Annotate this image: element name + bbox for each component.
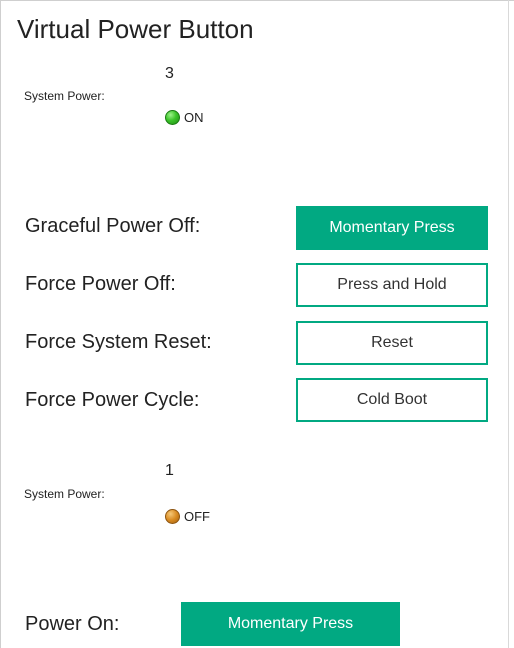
power-on-button[interactable]: Momentary Press bbox=[181, 602, 400, 646]
power-off-led-icon bbox=[165, 509, 180, 524]
page-title: Virtual Power Button bbox=[17, 14, 254, 44]
power-on-label: Power On: bbox=[25, 613, 120, 635]
power-state-indicator: OFF bbox=[165, 509, 210, 524]
force-power-off-button[interactable]: Press and Hold bbox=[296, 263, 488, 307]
power-state-text: OFF bbox=[184, 509, 210, 524]
system-count: 1 bbox=[165, 462, 174, 479]
panel-right-border bbox=[508, 0, 509, 648]
force-system-reset-label: Force System Reset: bbox=[25, 331, 212, 353]
graceful-power-off-label: Graceful Power Off: bbox=[25, 215, 201, 237]
force-power-off-label: Force Power Off: bbox=[25, 273, 176, 295]
graceful-power-off-button[interactable]: Momentary Press bbox=[296, 206, 488, 250]
panel-left-border bbox=[0, 0, 1, 648]
power-state-indicator: ON bbox=[165, 110, 204, 125]
system-count: 3 bbox=[165, 65, 174, 82]
system-power-label: System Power: bbox=[24, 487, 105, 501]
force-power-cycle-button[interactable]: Cold Boot bbox=[296, 378, 488, 422]
power-state-text: ON bbox=[184, 110, 204, 125]
force-power-cycle-label: Force Power Cycle: bbox=[25, 389, 200, 411]
panel-top-border bbox=[0, 0, 514, 1]
system-power-label: System Power: bbox=[24, 89, 105, 103]
power-on-led-icon bbox=[165, 110, 180, 125]
force-system-reset-button[interactable]: Reset bbox=[296, 321, 488, 365]
